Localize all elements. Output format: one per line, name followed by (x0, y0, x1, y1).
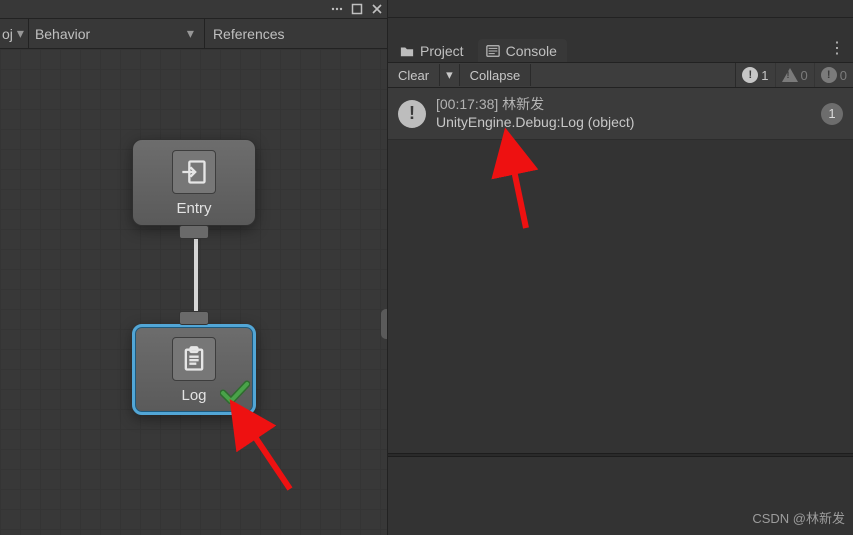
port-in[interactable] (179, 311, 209, 325)
info-icon: ! (398, 100, 426, 128)
success-check-icon (220, 380, 250, 409)
console-toolbar: Clear ▾ Collapse !1 !0 !0 (388, 63, 853, 88)
panel-window-controls (0, 0, 387, 19)
graph-canvas[interactable]: Entry Log (0, 49, 387, 535)
chevron-down-icon: ▾ (17, 25, 24, 42)
scrollbar-thumb[interactable] (381, 309, 387, 339)
behavior-graph-panel: oj ▾ Behavior ▾ References ehavior (0, 0, 388, 535)
chevron-down-icon: ▾ (446, 67, 453, 83)
watermark: CSDN @林新发 (752, 508, 845, 527)
panel-close-icon[interactable] (370, 2, 384, 16)
filter-error[interactable]: !0 (814, 63, 853, 87)
filter-info[interactable]: !1 (735, 63, 774, 87)
count: 0 (801, 68, 808, 83)
log-count-badge: 1 (821, 103, 843, 125)
console-icon (486, 44, 500, 58)
console-panel: Project Console ⋮ Clear ▾ Collapse !1 !0… (388, 0, 853, 535)
node-log[interactable]: Log (132, 324, 256, 415)
tab-label: Console (506, 43, 557, 59)
breadcrumb-item-behavior[interactable]: Behavior ▾ (29, 19, 205, 48)
info-icon: ! (742, 67, 758, 83)
breadcrumb-label: References (213, 26, 285, 42)
chevron-down-icon: ▾ (187, 25, 200, 42)
tab-console[interactable]: Console (478, 39, 567, 62)
log-list[interactable]: ! [00:17:38] 林新发 UnityEngine.Debug:Log (… (388, 88, 853, 535)
filter-warn[interactable]: !0 (775, 63, 814, 87)
panel-menu-kebab-icon[interactable] (330, 2, 344, 16)
breadcrumb-item-object[interactable]: oj ▾ (0, 19, 29, 48)
count: 0 (840, 68, 847, 83)
entry-icon (172, 150, 216, 194)
panel-menu-kebab-icon[interactable]: ⋮ (821, 38, 853, 62)
tab-project[interactable]: Project (392, 39, 474, 62)
annotation-arrow (498, 143, 538, 238)
node-label: Entry (176, 200, 211, 217)
breadcrumb-label: oj (2, 26, 13, 42)
port-out[interactable] (179, 225, 209, 239)
breadcrumb-item-references[interactable]: References (205, 26, 293, 42)
log-text: [00:17:38] 林新发 UnityEngine.Debug:Log (ob… (436, 96, 634, 131)
collapse-toggle[interactable]: Collapse (460, 64, 532, 86)
breadcrumb-label: Behavior (31, 26, 90, 42)
warning-icon: ! (782, 68, 798, 82)
log-name: 林新发 (502, 96, 544, 112)
panel-tabs: Project Console ⋮ (388, 18, 853, 63)
count: 1 (761, 68, 768, 83)
console-splitter[interactable] (388, 453, 853, 457)
log-trace: UnityEngine.Debug:Log (object) (436, 114, 634, 132)
panel-maximize-icon[interactable] (350, 2, 364, 16)
folder-icon (400, 44, 414, 58)
clipboard-icon (172, 337, 216, 381)
log-time: [00:17:38] (436, 96, 498, 112)
clear-dropdown[interactable]: ▾ (440, 64, 460, 86)
button-label: Collapse (470, 68, 521, 83)
button-label: Clear (398, 68, 429, 83)
panel-gap (388, 0, 853, 18)
breadcrumb: oj ▾ Behavior ▾ References (0, 19, 387, 49)
error-icon: ! (821, 67, 837, 83)
node-label: Log (181, 387, 206, 404)
node-entry[interactable]: Entry (132, 139, 256, 226)
clear-button[interactable]: Clear (388, 64, 440, 86)
log-row[interactable]: ! [00:17:38] 林新发 UnityEngine.Debug:Log (… (388, 88, 853, 140)
tab-label: Project (420, 43, 464, 59)
